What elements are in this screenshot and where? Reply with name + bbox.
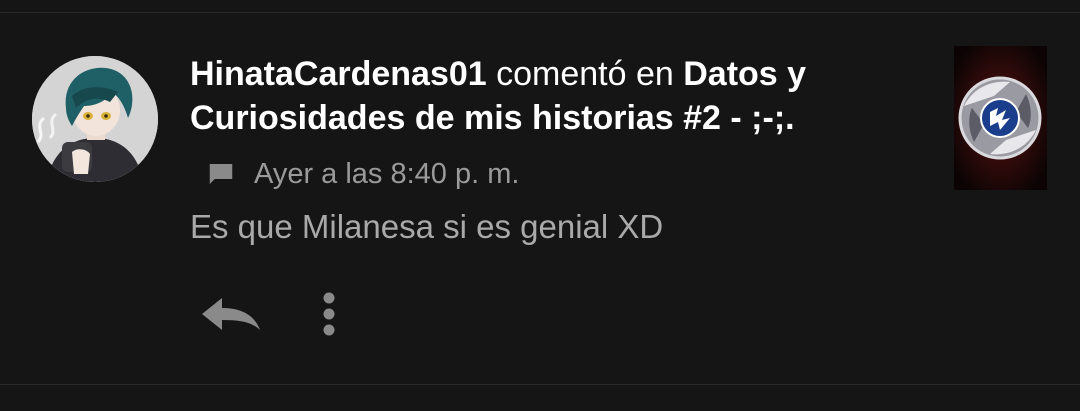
bottom-divider: [0, 384, 1080, 385]
username-link[interactable]: HinataCardenas01: [190, 55, 487, 93]
action-text: comentó en: [486, 55, 684, 93]
reply-button[interactable]: [196, 292, 264, 338]
meta-row: Ayer a las 8:40 p. m.: [206, 154, 519, 194]
user-avatar[interactable]: [32, 56, 158, 182]
notification-header: HinataCardenas01 comentó en Datos y Curi…: [190, 52, 890, 140]
more-options-button[interactable]: [312, 288, 346, 342]
more-vertical-icon: [323, 292, 335, 336]
story-thumbnail[interactable]: [954, 46, 1047, 190]
comment-icon: [209, 164, 233, 184]
comment-text: Es que Milanesa si es genial XD: [190, 208, 664, 245]
beyblade-cover-image: [954, 46, 1047, 190]
avatar-illustration: [32, 56, 158, 182]
reply-icon: [202, 298, 260, 330]
top-divider: [0, 12, 1080, 13]
timestamp: Ayer a las 8:40 p. m.: [254, 157, 520, 190]
